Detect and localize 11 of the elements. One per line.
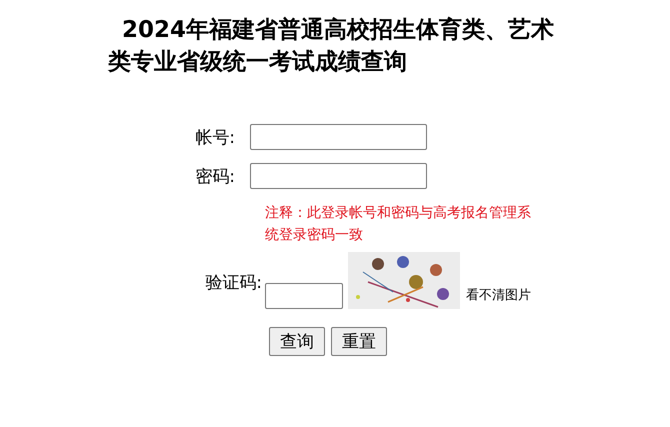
form-button[interactable]: 重置 xyxy=(331,327,387,356)
input-field[interactable] xyxy=(265,283,343,309)
page-title: 2024年福建省普通高校招生体育类、艺术类专业省级统一考试成绩查询 xyxy=(108,16,556,77)
field-label: 密码: xyxy=(194,166,236,188)
refresh-captcha-link[interactable]: 看不清图片 xyxy=(466,286,531,304)
field-label: 验证码: xyxy=(204,272,263,294)
field-label: 帐号: xyxy=(194,126,236,148)
note-text: 注释：此登录帐号和密码与高考报名管理系统登录密码一致 xyxy=(265,204,532,245)
input-field[interactable] xyxy=(250,124,427,150)
input-field[interactable] xyxy=(250,163,427,189)
form-button[interactable]: 查询 xyxy=(269,327,325,356)
